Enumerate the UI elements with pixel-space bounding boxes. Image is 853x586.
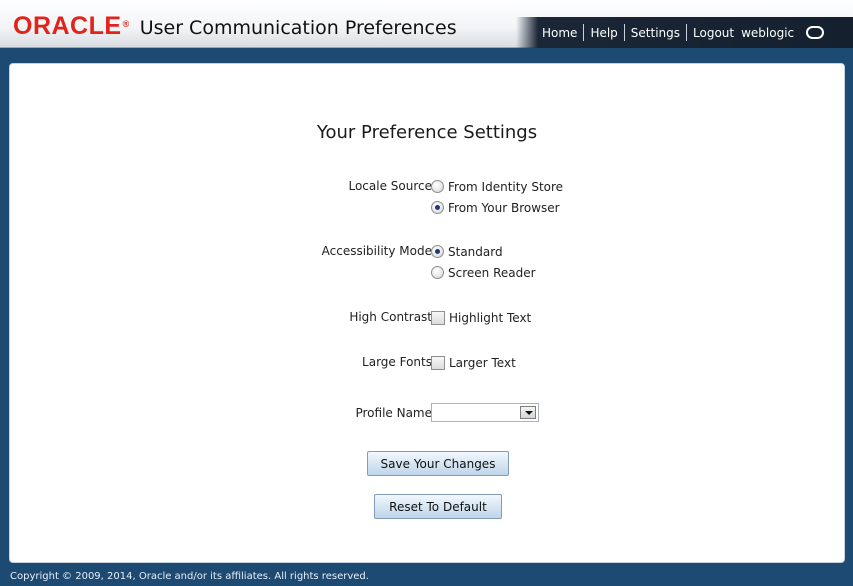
radio-button-selected[interactable] [431, 201, 444, 214]
accessibility-standard-radio[interactable]: Standard [431, 241, 536, 262]
radio-label: From Your Browser [448, 200, 560, 215]
registered-mark: ® [122, 19, 130, 29]
oracle-logo: ORACLE® [13, 12, 130, 40]
brand: ORACLE® User Communication Preferences [13, 14, 457, 41]
radio-label: Standard [448, 244, 503, 259]
radio-button-selected[interactable] [431, 245, 444, 258]
radio-label: Screen Reader [448, 265, 536, 280]
oracle-ring-icon [806, 26, 825, 39]
locale-source-label: Locale Source [348, 179, 432, 193]
locale-source-options: From Identity Store From Your Browser [431, 176, 563, 218]
large-fonts-options: Larger Text [431, 352, 516, 373]
accessibility-mode-label: Accessibility Mode [321, 244, 432, 258]
nav-home-link[interactable]: Home [542, 26, 577, 40]
checkbox-label: Highlight Text [449, 310, 532, 325]
app-header: ORACLE® User Communication Preferences H… [0, 0, 853, 48]
global-nav: Home Help Settings Logout weblogic [516, 17, 853, 48]
accessibility-screen-reader-radio[interactable]: Screen Reader [431, 262, 536, 283]
copyright-footer: Copyright © 2009, 2014, Oracle and/or it… [10, 571, 369, 582]
preferences-panel: Your Preference Settings Locale Source F… [9, 63, 845, 563]
larger-text-checkbox[interactable]: Larger Text [431, 352, 516, 373]
locale-browser-radio[interactable]: From Your Browser [431, 197, 563, 218]
reset-to-default-button[interactable]: Reset To Default [374, 494, 502, 519]
locale-identity-store-radio[interactable]: From Identity Store [431, 176, 563, 197]
nav-divider [623, 24, 625, 41]
profile-name-label: Profile Name [355, 406, 432, 420]
chevron-down-icon[interactable] [520, 406, 536, 419]
current-user: weblogic [741, 25, 795, 40]
checkbox[interactable] [431, 310, 445, 325]
nav-divider [686, 24, 688, 41]
accessibility-mode-options: Standard Screen Reader [431, 241, 536, 283]
profile-name-select[interactable] [431, 403, 539, 422]
radio-button[interactable] [431, 266, 444, 279]
large-fonts-label: Large Fonts [362, 355, 432, 369]
save-changes-button[interactable]: Save Your Changes [367, 451, 509, 476]
high-contrast-label: High Contrast [349, 310, 432, 324]
nav-divider [583, 24, 585, 41]
checkbox-label: Larger Text [449, 355, 516, 370]
radio-label: From Identity Store [448, 179, 564, 194]
nav-logout-link[interactable]: Logout [693, 26, 734, 40]
radio-button[interactable] [431, 180, 444, 193]
nav-settings-link[interactable]: Settings [631, 26, 680, 40]
high-contrast-options: Highlight Text [431, 307, 531, 328]
app-title: User Communication Preferences [139, 17, 457, 39]
nav-help-link[interactable]: Help [590, 26, 617, 40]
page-title: Your Preference Settings [316, 122, 538, 143]
highlight-text-checkbox[interactable]: Highlight Text [431, 307, 531, 328]
checkbox[interactable] [431, 355, 445, 370]
